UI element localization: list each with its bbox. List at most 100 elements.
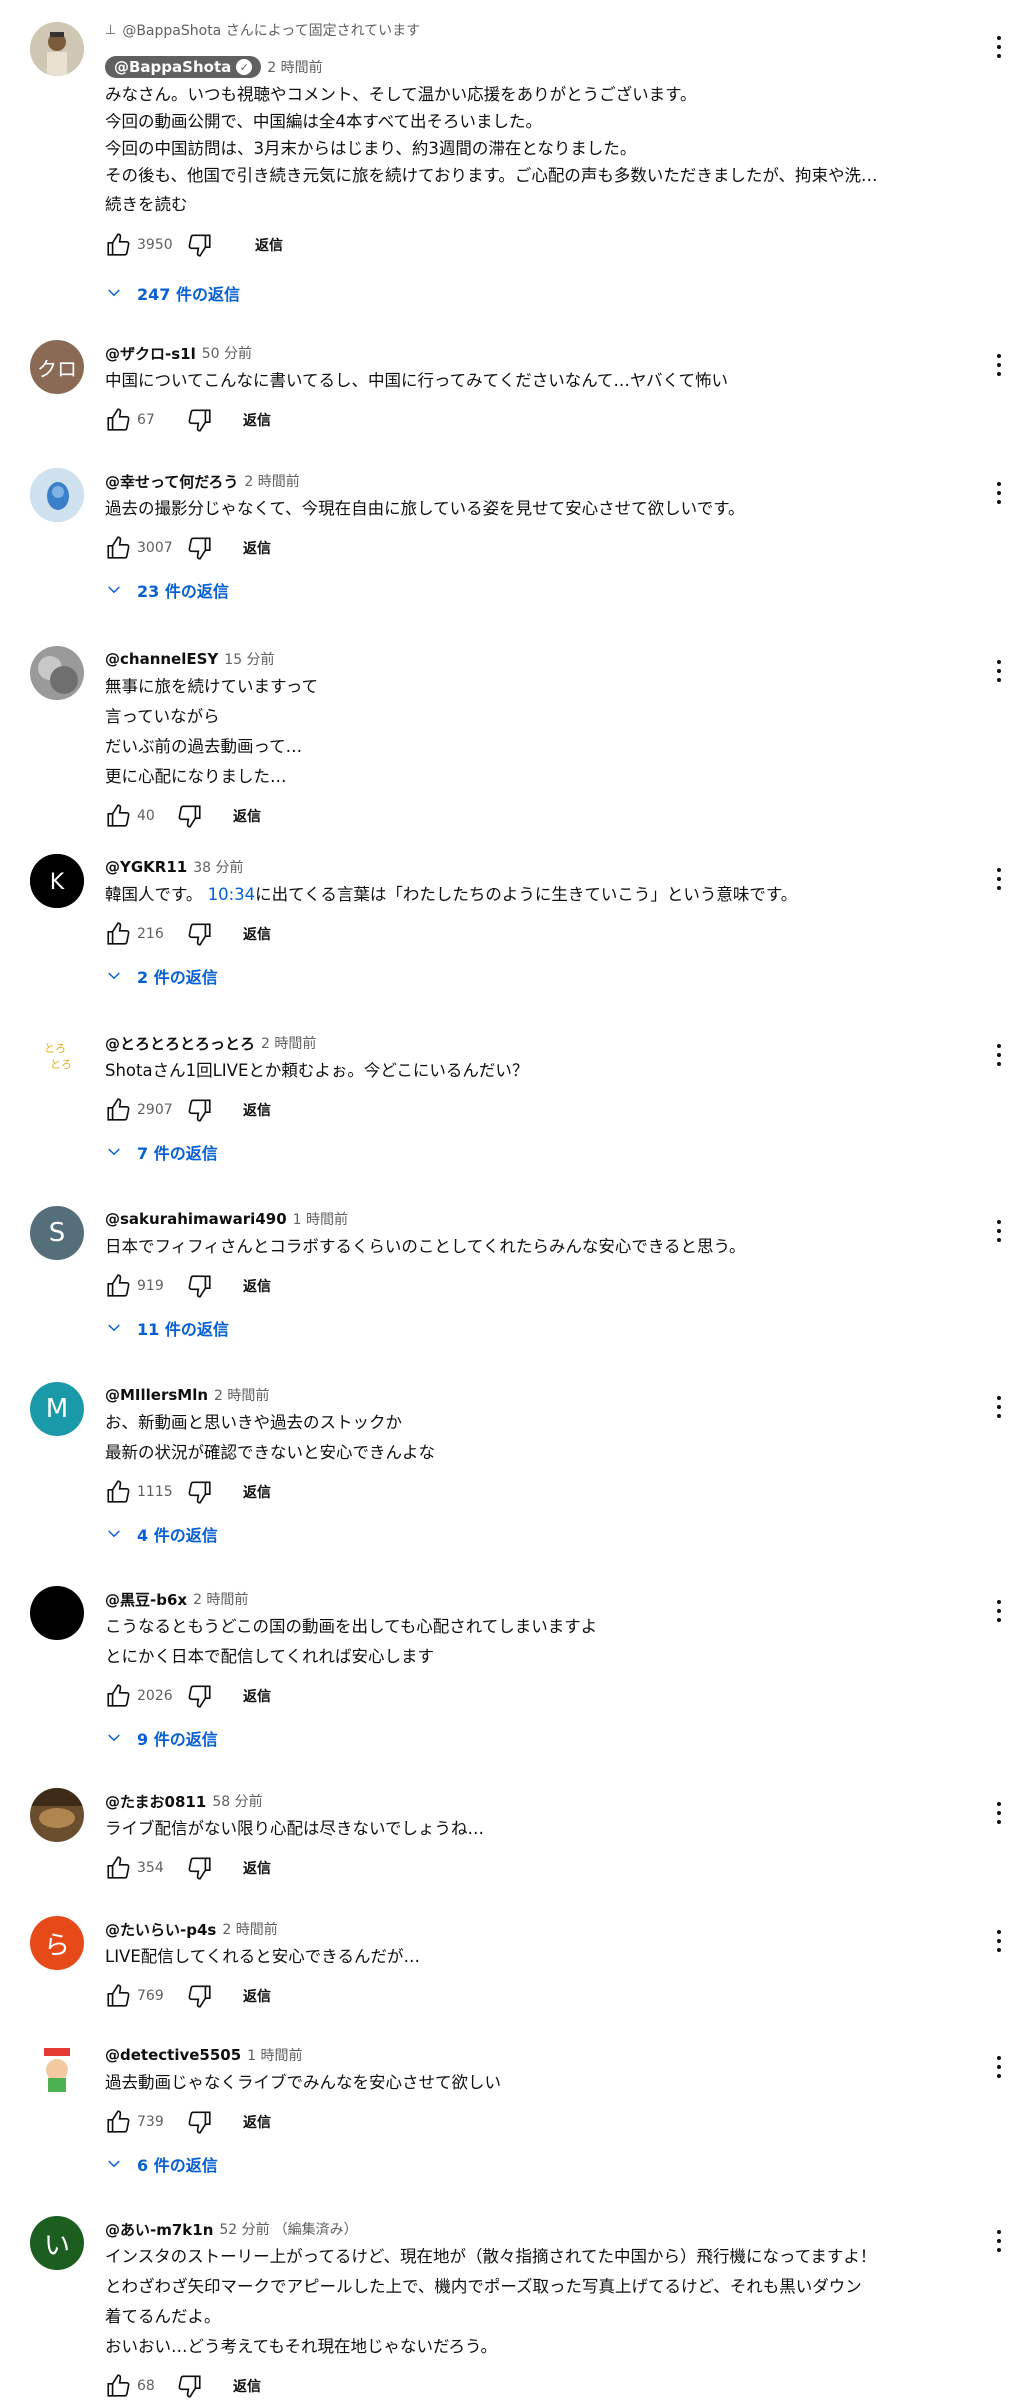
read-more-link[interactable]: 続きを読む: [105, 191, 949, 219]
comment-time[interactable]: 38 分前: [193, 857, 243, 877]
dislike-icon[interactable]: [177, 803, 203, 829]
action-menu-icon[interactable]: [993, 1216, 1005, 1246]
view-replies-button[interactable]: 4 件の返信: [105, 1512, 949, 1556]
like-icon[interactable]: [105, 1097, 131, 1123]
dislike-icon[interactable]: [187, 232, 213, 258]
like-icon[interactable]: [105, 1855, 131, 1881]
avatar[interactable]: [30, 2042, 84, 2096]
action-menu-icon[interactable]: [993, 1040, 1005, 1070]
comment-time[interactable]: 1 時間前: [293, 1209, 348, 1229]
action-menu-icon[interactable]: [993, 1926, 1005, 1956]
reply-button[interactable]: 返信: [243, 924, 271, 944]
reply-button[interactable]: 返信: [233, 806, 261, 826]
avatar[interactable]: [30, 646, 84, 700]
author-badge[interactable]: @BappaShota ✓: [105, 56, 262, 78]
comment-author[interactable]: @たいらい-p4s: [105, 1919, 216, 1940]
avatar[interactable]: ら: [30, 1916, 84, 1970]
view-replies-button[interactable]: 7 件の返信: [105, 1130, 949, 1174]
reply-button[interactable]: 返信: [243, 1276, 271, 1296]
view-replies-button[interactable]: 9 件の返信: [105, 1716, 949, 1760]
avatar[interactable]: K: [30, 854, 84, 908]
dislike-icon[interactable]: [177, 2373, 203, 2399]
action-menu-icon[interactable]: [993, 656, 1005, 686]
action-menu-icon[interactable]: [993, 478, 1005, 508]
reply-button[interactable]: 返信: [243, 1858, 271, 1878]
action-menu-icon[interactable]: [993, 864, 1005, 894]
avatar[interactable]: クロ: [30, 340, 84, 394]
comment-author[interactable]: @MIllersMln: [105, 1386, 208, 1404]
comment-author[interactable]: @とろとろとろっとろ: [105, 1033, 255, 1054]
like-icon[interactable]: [105, 1683, 131, 1709]
comment-time[interactable]: 2 時間前: [244, 471, 299, 491]
dislike-icon[interactable]: [187, 1273, 213, 1299]
like-icon[interactable]: [105, 803, 131, 829]
action-menu-icon[interactable]: [993, 350, 1005, 380]
dislike-icon[interactable]: [187, 407, 213, 433]
timestamp-link[interactable]: 10:34: [208, 885, 256, 904]
comment-author[interactable]: @たまお0811: [105, 1791, 206, 1812]
reply-button[interactable]: 返信: [243, 1100, 271, 1120]
like-icon[interactable]: [105, 2373, 131, 2399]
view-replies-button[interactable]: 6 件の返信: [105, 2142, 949, 2186]
reply-button[interactable]: 返信: [243, 1482, 271, 1502]
dislike-icon[interactable]: [187, 1479, 213, 1505]
action-menu-icon[interactable]: [993, 32, 1005, 62]
like-icon[interactable]: [105, 232, 131, 258]
comment-time[interactable]: 2 時間前: [222, 1919, 277, 1939]
comment-author[interactable]: @channelESY: [105, 650, 218, 668]
reply-button[interactable]: 返信: [243, 2112, 271, 2132]
avatar[interactable]: [30, 468, 84, 522]
like-icon[interactable]: [105, 1983, 131, 2009]
comment-author[interactable]: @YGKR11: [105, 858, 187, 876]
dislike-icon[interactable]: [187, 535, 213, 561]
comment-author[interactable]: @幸せって何だろう: [105, 471, 238, 492]
comment-time[interactable]: 2 時間前: [214, 1385, 269, 1405]
dislike-icon[interactable]: [187, 2109, 213, 2135]
avatar[interactable]: [30, 1788, 84, 1842]
view-replies-button[interactable]: 247 件の返信: [105, 271, 949, 315]
comment-author[interactable]: @sakurahimawari490: [105, 1210, 287, 1228]
action-menu-icon[interactable]: [993, 1798, 1005, 1828]
comment-time[interactable]: 1 時間前: [247, 2045, 302, 2065]
view-replies-button[interactable]: 11 件の返信: [105, 1306, 949, 1350]
comment-author[interactable]: @detective5505: [105, 2046, 241, 2064]
avatar[interactable]: [30, 1586, 84, 1640]
view-replies-button[interactable]: 23 件の返信: [105, 568, 949, 612]
avatar[interactable]: い: [30, 2216, 84, 2270]
like-icon[interactable]: [105, 921, 131, 947]
avatar[interactable]: M: [30, 1382, 84, 1436]
dislike-icon[interactable]: [187, 1097, 213, 1123]
comment-time[interactable]: 58 分前: [212, 1791, 262, 1811]
like-icon[interactable]: [105, 2109, 131, 2135]
comment-author[interactable]: @ザクロ-s1l: [105, 343, 196, 364]
comment-time[interactable]: 2 時間前: [267, 57, 322, 77]
like-icon[interactable]: [105, 535, 131, 561]
dislike-icon[interactable]: [187, 1855, 213, 1881]
reply-button[interactable]: 返信: [243, 1986, 271, 2006]
comment-author[interactable]: @あい-m7k1n: [105, 2219, 213, 2240]
comment-time[interactable]: 15 分前: [224, 649, 274, 669]
reply-button[interactable]: 返信: [243, 410, 271, 430]
view-replies-button[interactable]: 2 件の返信: [105, 954, 949, 998]
comment-time[interactable]: 2 時間前: [261, 1033, 316, 1053]
avatar[interactable]: [30, 22, 84, 76]
action-menu-icon[interactable]: [993, 1392, 1005, 1422]
reply-button[interactable]: 返信: [233, 2376, 261, 2396]
avatar[interactable]: S: [30, 1206, 84, 1260]
avatar[interactable]: とろ とろ: [30, 1030, 84, 1084]
comment-author[interactable]: @黒豆-b6x: [105, 1589, 187, 1610]
dislike-icon[interactable]: [187, 1683, 213, 1709]
comment-time[interactable]: 52 分前: [219, 2219, 269, 2239]
like-icon[interactable]: [105, 1479, 131, 1505]
comment-time[interactable]: 50 分前: [202, 343, 252, 363]
reply-button[interactable]: 返信: [243, 1686, 271, 1706]
comment-time[interactable]: 2 時間前: [193, 1589, 248, 1609]
action-menu-icon[interactable]: [993, 2226, 1005, 2256]
dislike-icon[interactable]: [187, 1983, 213, 2009]
reply-button[interactable]: 返信: [255, 235, 283, 255]
dislike-icon[interactable]: [187, 921, 213, 947]
like-icon[interactable]: [105, 407, 131, 433]
like-icon[interactable]: [105, 1273, 131, 1299]
action-menu-icon[interactable]: [993, 1596, 1005, 1626]
reply-button[interactable]: 返信: [243, 538, 271, 558]
